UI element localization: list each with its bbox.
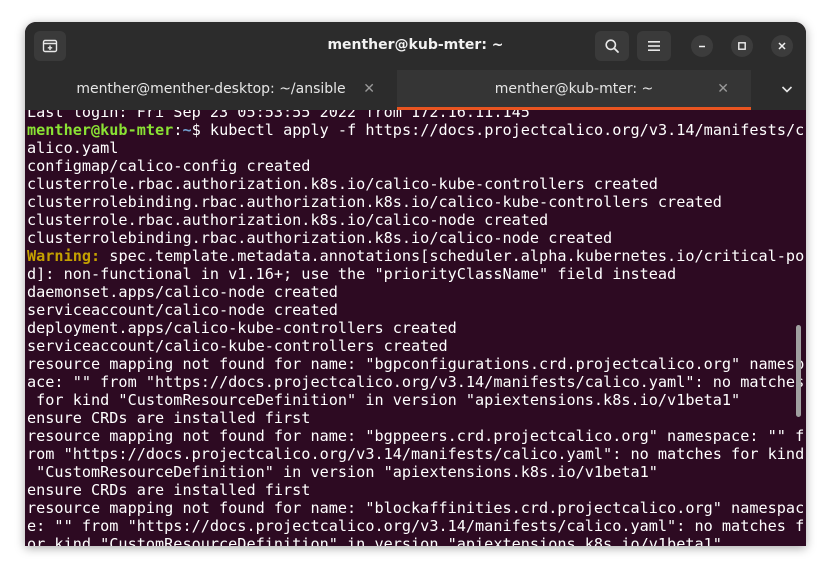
error-line: "CustomResourceDefinition" in version "a… [27, 463, 658, 481]
close-icon [777, 41, 787, 51]
search-icon [604, 38, 620, 54]
window-title: menther@kub-mter: ~ [327, 37, 504, 53]
search-button[interactable] [595, 31, 629, 61]
terminal-line: Last login: Fri Sep 23 05:53:55 2022 fro… [27, 110, 530, 121]
command-text: alico.yaml [27, 139, 119, 157]
error-line: resource mapping not found for name: "bg… [27, 427, 805, 445]
error-line: resource mapping not found for name: "bg… [27, 355, 805, 373]
terminal-line: serviceaccount/calico-node created [27, 301, 338, 319]
error-line: resource mapping not found for name: "bl… [27, 499, 805, 517]
close-window-button[interactable] [771, 35, 793, 57]
terminal-line: daemonset.apps/calico-node created [27, 283, 338, 301]
error-line: ensure CRDs are installed first [27, 409, 311, 427]
terminal-line: clusterrolebinding.rbac.authorization.k8… [27, 193, 722, 211]
tab-ansible[interactable]: menther@menther-desktop: ~/ansible ✕ [25, 70, 397, 110]
title-bar: menther@kub-mter: ~ [25, 22, 806, 70]
terminal-output[interactable]: Last login: Fri Sep 23 05:53:55 2022 fro… [25, 110, 806, 546]
tab-close-icon[interactable]: ✕ [363, 81, 375, 97]
prompt-user: menther@kub-mter [27, 121, 174, 139]
terminal-line: clusterrole.rbac.authorization.k8s.io/ca… [27, 175, 658, 193]
terminal-line: deployment.apps/calico-kube-controllers … [27, 319, 457, 337]
warning-line: Warning: spec.template.metadata.annotati… [27, 247, 804, 265]
chevron-down-icon[interactable] [780, 82, 794, 96]
prompt-symbol: $ [191, 121, 210, 139]
prompt-path: ~ [182, 121, 192, 139]
tab-bar: menther@menther-desktop: ~/ansible ✕ men… [25, 70, 806, 110]
terminal-window: menther@kub-mter: ~ menther@menther-desk… [25, 22, 806, 546]
error-line: e: "" from "https://docs.projectcalico.o… [27, 517, 805, 535]
tab-label: menther@kub-mter: ~ [494, 81, 654, 97]
tab-kub-mter[interactable]: menther@kub-mter: ~ ✕ [397, 70, 751, 110]
hamburger-menu-icon [647, 40, 661, 52]
error-line: rom "https://docs.projectcalico.org/v3.1… [27, 445, 805, 463]
error-line: or kind "CustomResourceDefinition" in ve… [27, 535, 722, 546]
warning-text: d]: non-functional in v1.16+; use the "p… [27, 265, 677, 283]
warning-text: spec.template.metadata.annotations[sched… [100, 247, 805, 265]
terminal-line: serviceaccount/calico-kube-controllers c… [27, 337, 448, 355]
scrollbar-thumb[interactable] [796, 325, 801, 417]
command-text: kubectl apply -f https://docs.projectcal… [209, 121, 805, 139]
terminal-line: clusterrole.rbac.authorization.k8s.io/ca… [27, 211, 549, 229]
prompt-line: menther@kub-mter:~$ kubectl apply -f htt… [27, 121, 804, 139]
terminal-line: configmap/calico-config created [27, 157, 311, 175]
minimize-icon [697, 41, 707, 51]
warning-label: Warning: [27, 247, 101, 265]
error-line: ace: "" from "https://docs.projectcalico… [27, 373, 805, 391]
tab-close-icon[interactable]: ✕ [717, 81, 729, 97]
error-line: for kind "CustomResourceDefinition" in v… [27, 391, 741, 409]
tab-label: menther@menther-desktop: ~/ansible [76, 81, 346, 97]
error-line: ensure CRDs are installed first [27, 481, 311, 499]
maximize-icon [737, 41, 747, 51]
minimize-button[interactable] [691, 35, 713, 57]
menu-button[interactable] [637, 31, 671, 61]
maximize-button[interactable] [731, 35, 753, 57]
terminal-line: clusterrolebinding.rbac.authorization.k8… [27, 229, 613, 247]
